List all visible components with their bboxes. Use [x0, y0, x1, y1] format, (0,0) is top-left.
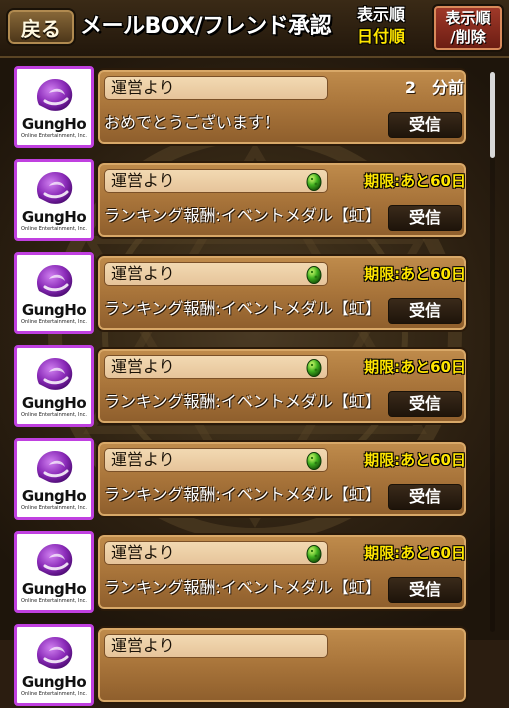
gungho-logo-icon — [36, 451, 73, 483]
receive-button[interactable]: 受信 — [388, 298, 462, 324]
scrollbar-thumb[interactable] — [490, 72, 495, 158]
sort-order-value: 日付順 — [356, 27, 405, 46]
sort-delete-button-line2: /削除 — [450, 28, 486, 46]
gungho-logo-icon — [36, 265, 73, 297]
avatar-logo-tagline: Online Entertainment, Inc. — [21, 412, 87, 418]
mail-item[interactable]: GungHo Online Entertainment, Inc. 運営より — [14, 624, 470, 708]
mail-message: ランキング報酬:イベントメダル【虹】 — [104, 392, 381, 411]
mail-sender: 運営より — [104, 169, 328, 193]
avatar-logo-tagline: Online Entertainment, Inc. — [21, 505, 87, 511]
mail-list[interactable]: GungHo Online Entertainment, Inc. 運営より 2… — [0, 62, 509, 706]
avatar-logo-text: GungHo — [21, 394, 87, 412]
avatar-logo-tagline: Online Entertainment, Inc. — [21, 226, 87, 232]
receive-button[interactable]: 受信 — [388, 205, 462, 231]
mail-panel[interactable]: 運営より 期限:あと60日 ランキング報酬:イベントメダル【虹】 受信 — [96, 533, 468, 611]
mail-panel[interactable]: 運営より 期限:あと60日 ランキング報酬:イベントメダル【虹】 受信 — [96, 347, 468, 425]
avatar-logo-tagline: Online Entertainment, Inc. — [21, 691, 87, 697]
mail-panel[interactable]: 運営より 期限:あと60日 ランキング報酬:イベントメダル【虹】 受信 — [96, 440, 468, 518]
avatar-logo-tagline: Online Entertainment, Inc. — [21, 319, 87, 325]
mail-panel[interactable]: 運営より 2 分前 おめでとうございます！ 受信 — [96, 68, 468, 146]
mail-sender: 運営より — [104, 448, 328, 472]
egg-icon — [306, 359, 322, 377]
mail-deadline: 期限:あと60日 — [364, 358, 466, 376]
mail-time: 2 分前 — [404, 78, 464, 97]
mail-item[interactable]: GungHo Online Entertainment, Inc. 運営より 期… — [14, 159, 470, 243]
sender-avatar: GungHo Online Entertainment, Inc. — [14, 345, 94, 427]
back-button[interactable]: 戻る — [6, 8, 76, 46]
mail-item[interactable]: GungHo Online Entertainment, Inc. 運営より 2… — [14, 66, 470, 150]
mail-message: ランキング報酬:イベントメダル【虹】 — [104, 485, 381, 504]
mail-item[interactable]: GungHo Online Entertainment, Inc. 運営より 期… — [14, 531, 470, 615]
receive-button[interactable]: 受信 — [388, 484, 462, 510]
mail-message: ランキング報酬:イベントメダル【虹】 — [104, 206, 381, 225]
gungho-logo-icon — [36, 637, 73, 669]
mail-message: ランキング報酬:イベントメダル【虹】 — [104, 299, 381, 318]
avatar-logo-text: GungHo — [21, 301, 87, 319]
mail-message: ランキング報酬:イベントメダル【虹】 — [104, 578, 381, 597]
mail-item[interactable]: GungHo Online Entertainment, Inc. 運営より 期… — [14, 345, 470, 429]
mail-sender: 運営より — [104, 262, 328, 286]
mail-sender: 運営より — [104, 634, 328, 658]
mail-item[interactable]: GungHo Online Entertainment, Inc. 運営より 期… — [14, 252, 470, 336]
avatar-logo-text: GungHo — [21, 580, 87, 598]
sender-avatar: GungHo Online Entertainment, Inc. — [14, 252, 94, 334]
receive-button[interactable]: 受信 — [388, 112, 462, 138]
sort-order-label: 表示順 — [356, 5, 405, 24]
mail-panel[interactable]: 運営より 期限:あと60日 ランキング報酬:イベントメダル【虹】 受信 — [96, 161, 468, 239]
receive-button[interactable]: 受信 — [388, 577, 462, 603]
sort-delete-button[interactable]: 表示順 /削除 — [432, 4, 504, 52]
mail-deadline: 期限:あと60日 — [364, 265, 466, 283]
mail-deadline: 期限:あと60日 — [364, 544, 466, 562]
header-bar: 戻る メールBOX/フレンド承認 表示順 日付順 表示順 /削除 — [0, 0, 509, 58]
egg-icon — [306, 545, 322, 563]
sort-order-indicator: 表示順 日付順 — [336, 4, 426, 52]
egg-icon — [306, 173, 322, 191]
sender-avatar: GungHo Online Entertainment, Inc. — [14, 159, 94, 241]
sender-avatar: GungHo Online Entertainment, Inc. — [14, 531, 94, 613]
mail-message: おめでとうございます！ — [104, 113, 281, 132]
mail-deadline: 期限:あと60日 — [364, 172, 466, 190]
gungho-logo-icon — [36, 172, 73, 204]
egg-icon — [306, 452, 322, 470]
mail-panel[interactable]: 運営より 期限:あと60日 ランキング報酬:イベントメダル【虹】 受信 — [96, 254, 468, 332]
page-title: メールBOX/フレンド承認 — [80, 14, 332, 39]
mail-item[interactable]: GungHo Online Entertainment, Inc. 運営より 期… — [14, 438, 470, 522]
mail-sender: 運営より — [104, 355, 328, 379]
avatar-logo-text: GungHo — [21, 673, 87, 691]
avatar-logo-tagline: Online Entertainment, Inc. — [21, 133, 87, 139]
mail-panel[interactable]: 運営より — [96, 626, 468, 704]
avatar-logo-text: GungHo — [21, 115, 87, 133]
gungho-logo-icon — [36, 544, 73, 576]
egg-icon — [306, 266, 322, 284]
mail-deadline: 期限:あと60日 — [364, 451, 466, 469]
mail-sender: 運営より — [104, 541, 328, 565]
sort-delete-button-line1: 表示順 — [445, 9, 491, 27]
sender-avatar: GungHo Online Entertainment, Inc. — [14, 624, 94, 706]
receive-button[interactable]: 受信 — [388, 391, 462, 417]
avatar-logo-text: GungHo — [21, 208, 87, 226]
sender-avatar: GungHo Online Entertainment, Inc. — [14, 66, 94, 148]
sender-avatar: GungHo Online Entertainment, Inc. — [14, 438, 94, 520]
mail-sender: 運営より — [104, 76, 328, 100]
avatar-logo-text: GungHo — [21, 487, 87, 505]
gungho-logo-icon — [36, 79, 73, 111]
gungho-logo-icon — [36, 358, 73, 390]
avatar-logo-tagline: Online Entertainment, Inc. — [21, 598, 87, 604]
